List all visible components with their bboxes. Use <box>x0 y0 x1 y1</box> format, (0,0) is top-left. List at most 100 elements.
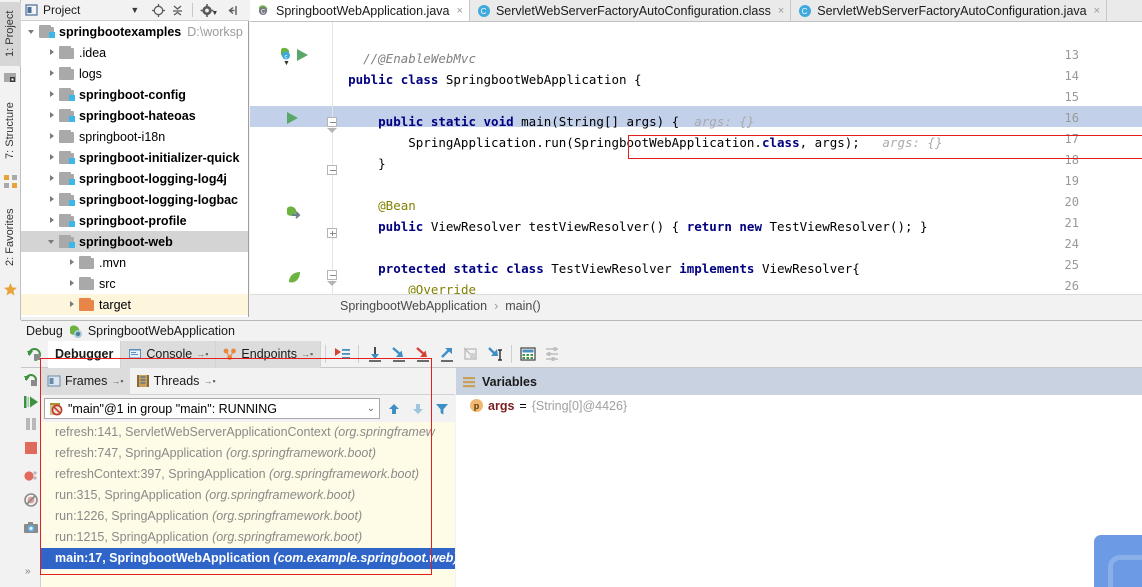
breadcrumb[interactable]: SpringbootWebApplication › main() <box>250 294 1142 316</box>
editor-tab[interactable]: C ServletWebServerFactoryAutoConfiguratio… <box>791 0 1108 21</box>
rerun-icon[interactable] <box>21 341 48 368</box>
chevron-right-icon[interactable] <box>47 89 58 100</box>
chevron-right-icon[interactable] <box>47 173 58 184</box>
tab-debugger[interactable]: Debugger <box>48 340 122 368</box>
chevron-down-icon[interactable] <box>47 236 58 247</box>
mute-breakpoints-icon[interactable] <box>23 492 39 508</box>
sidebar-item-structure[interactable]: 7: Structure <box>0 92 21 170</box>
tree-item[interactable]: springboot-hateoas <box>21 105 248 126</box>
close-icon[interactable]: × <box>457 5 463 17</box>
collapse-all-icon[interactable] <box>170 3 185 18</box>
breadcrumb-item-class[interactable]: SpringbootWebApplication <box>340 299 487 313</box>
tab-frames-pin-icon[interactable]: →▪ <box>111 376 123 386</box>
tab-console-pin-icon[interactable]: →▪ <box>196 349 208 359</box>
corner-widget[interactable] <box>1094 535 1142 587</box>
filter-icon[interactable] <box>432 399 452 419</box>
variable-row-args[interactable]: p args = {String[0]@4426} <box>456 395 1142 416</box>
tree-item[interactable]: .idea <box>21 42 248 63</box>
settings-icon[interactable] <box>542 344 562 364</box>
step-out-icon[interactable] <box>437 344 457 364</box>
capture-snapshot-icon[interactable] <box>23 520 39 536</box>
sidebar-item-project[interactable]: 1: Project <box>0 2 21 66</box>
chevron-right-icon[interactable] <box>67 257 78 268</box>
tree-item[interactable]: springboot-profile <box>21 210 248 231</box>
view-breakpoints-icon[interactable] <box>23 468 39 484</box>
rerun-icon-side[interactable] <box>23 372 39 388</box>
show-execution-point-icon[interactable] <box>332 344 352 364</box>
hide-panel-icon[interactable] <box>225 3 240 18</box>
code-text[interactable]: //@EnableWebMvc public class SpringbootW… <box>333 22 1142 294</box>
stack-frame-row[interactable]: refresh:747, SpringApplication (org.spri… <box>41 443 455 464</box>
close-icon[interactable]: × <box>778 5 784 17</box>
tab-frames[interactable]: Frames →▪ <box>41 367 130 395</box>
gear-icon[interactable]: ▼ <box>200 3 218 18</box>
thread-selector[interactable]: "main"@1 in group "main": RUNNING ⌄ <box>44 398 380 419</box>
stack-frame-row[interactable]: run:1215, SpringApplication (org.springf… <box>41 527 455 548</box>
evaluate-expression-icon[interactable] <box>518 344 538 364</box>
code-line[interactable]: @Bean <box>333 195 416 216</box>
tab-endpoints[interactable]: Endpoints →▪ <box>216 340 322 368</box>
arrow-up-icon[interactable] <box>384 399 404 419</box>
spring-leaf-icon[interactable] <box>286 270 302 289</box>
editor-tab[interactable]: C ServletWebServerFactoryAutoConfiguratio… <box>469 0 792 21</box>
tree-item[interactable]: springboot-i18n <box>21 126 248 147</box>
tree-item[interactable]: springbootexamples D:\worksp <box>21 21 248 42</box>
close-icon[interactable]: × <box>1094 5 1100 17</box>
pause-program-icon[interactable] <box>23 416 39 432</box>
tree-item[interactable]: springboot-initializer-quick <box>21 147 248 168</box>
tree-item[interactable]: .mvn <box>21 252 248 273</box>
code-line[interactable]: public static void main(String[] args) {… <box>333 111 754 132</box>
chevron-down-icon[interactable]: ▼ <box>130 5 139 15</box>
stack-frame-row[interactable]: run:315, SpringApplication (org.springfr… <box>41 485 455 506</box>
run-gutter-icon[interactable] <box>286 111 299 128</box>
tab-endpoints-pin-icon[interactable]: →▪ <box>301 349 313 359</box>
chevron-right-icon[interactable] <box>47 152 58 163</box>
locate-icon[interactable] <box>151 3 166 18</box>
tree-item[interactable]: springboot-web <box>21 231 248 252</box>
stack-frame-row[interactable]: run:1226, SpringApplication (org.springf… <box>41 506 455 527</box>
chevron-right-icon[interactable] <box>67 299 78 310</box>
code-editor[interactable]: 13 14 15 16 17 18 19 20 21 24 25 26 c ▼ //@EnableWe… <box>250 22 1142 294</box>
code-line[interactable]: public ViewResolver testViewResolver() {… <box>333 216 927 237</box>
resume-program-icon[interactable] <box>23 394 39 410</box>
tree-item[interactable]: src <box>21 273 248 294</box>
tab-threads-pin-icon[interactable]: →▪ <box>203 376 215 386</box>
tree-item[interactable]: springboot-config <box>21 84 248 105</box>
stack-frame-row[interactable]: refreshContext:397, SpringApplication (o… <box>41 464 455 485</box>
more-icon[interactable]: » <box>25 566 31 577</box>
sidebar-item-favorites[interactable]: 2: Favorites <box>0 196 21 278</box>
stop-icon[interactable] <box>23 440 39 456</box>
chevron-right-icon[interactable] <box>47 47 58 58</box>
tab-console[interactable]: Console →▪ <box>121 340 217 368</box>
tree-item[interactable]: logs <box>21 63 248 84</box>
tree-item[interactable]: springboot-logging-log4j <box>21 168 248 189</box>
stack-frame-row[interactable]: refresh:141, ServletWebServerApplication… <box>41 422 455 443</box>
project-tree[interactable]: springbootexamples D:\worksp .idea logs spri… <box>21 21 249 317</box>
chevron-down-icon-thread[interactable]: ⌄ <box>367 403 375 414</box>
spring-bean-navigate-icon[interactable] <box>285 205 303 223</box>
chevron-down-icon[interactable] <box>27 26 38 37</box>
drop-frame-icon[interactable] <box>461 344 481 364</box>
breadcrumb-item-method[interactable]: main() <box>505 299 540 313</box>
chevron-right-icon[interactable] <box>47 131 58 142</box>
code-line[interactable]: public class SpringbootWebApplication { <box>333 69 642 90</box>
code-line[interactable]: @Override <box>333 279 476 294</box>
arrow-down-icon[interactable] <box>408 399 428 419</box>
run-to-cursor-icon[interactable] <box>485 344 505 364</box>
tree-item[interactable]: target <box>21 294 248 315</box>
editor-tab[interactable]: C SpringbootWebApplication.java × <box>250 0 470 21</box>
code-line[interactable]: SpringApplication.run(SpringbootWebAppli… <box>333 132 942 153</box>
code-line[interactable]: } <box>333 153 386 174</box>
step-over-icon[interactable] <box>365 344 385 364</box>
run-configuration-icon[interactable] <box>296 48 309 65</box>
chevron-right-icon[interactable] <box>47 194 58 205</box>
chevron-right-icon[interactable] <box>47 215 58 226</box>
step-into-icon[interactable] <box>389 344 409 364</box>
tab-threads[interactable]: Threads →▪ <box>130 368 222 395</box>
spring-bean-run-icon[interactable]: c ▼ <box>278 46 295 67</box>
force-step-into-icon[interactable] <box>413 344 433 364</box>
chevron-right-icon[interactable] <box>67 278 78 289</box>
stack-frames-list[interactable]: refresh:141, ServletWebServerApplication… <box>41 422 455 587</box>
tree-item[interactable]: springboot-logging-logbac <box>21 189 248 210</box>
chevron-right-icon[interactable] <box>47 68 58 79</box>
